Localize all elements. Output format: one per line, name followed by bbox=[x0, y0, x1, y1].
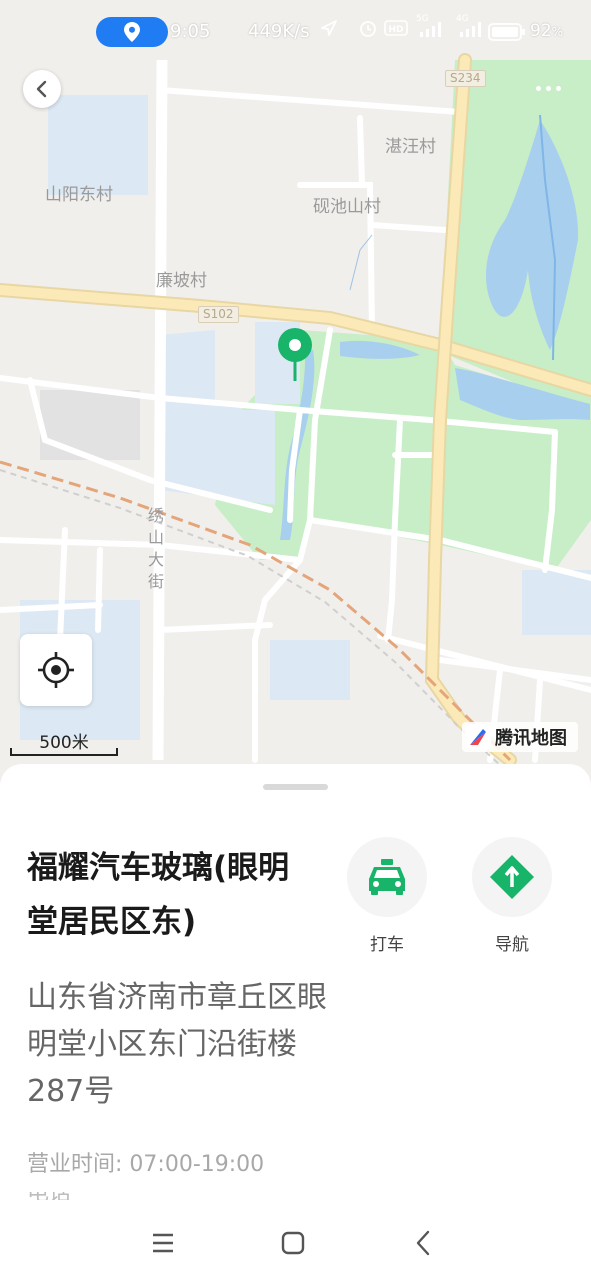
home-button[interactable] bbox=[278, 1228, 308, 1258]
hours-value: 07:00-19:00 bbox=[129, 1152, 265, 1177]
scale-bar bbox=[10, 748, 118, 756]
more-dots-icon bbox=[535, 85, 541, 91]
locate-me-button[interactable] bbox=[20, 634, 92, 706]
place-label-lianpo: 廉坡村 bbox=[156, 271, 207, 291]
status-bar: 9:05 449K/s HD 5G 4G 92% bbox=[0, 0, 591, 64]
network-speed: 449K/s bbox=[248, 21, 310, 42]
navigation-arrow-icon bbox=[321, 20, 337, 36]
recent-apps-button[interactable] bbox=[148, 1228, 178, 1258]
location-pin-icon[interactable] bbox=[276, 326, 314, 382]
back-button[interactable] bbox=[23, 70, 61, 108]
business-hours: 营业时间: 07:00-19:00 bbox=[27, 1146, 264, 1178]
more-options-button[interactable] bbox=[528, 76, 568, 100]
map-place-detail-screen: 湛汪村 山阳东村 砚池山村 廉坡村 绣山大街 S234 S102 9:05 44… bbox=[0, 0, 591, 1280]
locate-target-icon bbox=[38, 652, 74, 688]
system-navigation-bar bbox=[0, 1200, 591, 1280]
navigate-action[interactable]: 导航 bbox=[472, 837, 552, 955]
tencent-map-logo: 腾讯地图 bbox=[462, 722, 578, 752]
location-active-pill bbox=[96, 17, 168, 47]
road-shield-s234: S234 bbox=[445, 70, 486, 87]
chevron-left-icon bbox=[36, 80, 47, 98]
alarm-icon bbox=[360, 21, 376, 37]
place-label-shanyang-east: 山阳东村 bbox=[45, 185, 113, 205]
place-label-yanchishan: 砚池山村 bbox=[313, 197, 381, 217]
map-scale: 500米 bbox=[10, 728, 118, 756]
hd-icon: HD bbox=[384, 20, 408, 36]
brand-text: 腾讯地图 bbox=[495, 728, 567, 749]
navigate-label: 导航 bbox=[495, 935, 529, 955]
menu-icon bbox=[153, 1233, 173, 1253]
place-title: 福耀汽车玻璃(眼明堂居民区东) bbox=[27, 850, 290, 940]
taxi-label: 打车 bbox=[370, 935, 404, 955]
compass-logo-icon bbox=[465, 724, 491, 750]
status-time: 9:05 bbox=[170, 21, 211, 42]
place-label-zhanwang: 湛汪村 bbox=[385, 137, 436, 157]
sheet-drag-handle[interactable] bbox=[263, 784, 328, 790]
taxi-action[interactable]: 打车 bbox=[347, 837, 427, 955]
battery-percentage: 92% bbox=[530, 21, 564, 41]
location-marker-icon bbox=[124, 22, 140, 42]
hours-label: 营业时间: bbox=[27, 1152, 123, 1177]
taxi-icon bbox=[369, 859, 405, 895]
battery-icon bbox=[488, 23, 525, 41]
navigate-turn-icon bbox=[490, 855, 534, 899]
signal-4g-icon: 4G bbox=[454, 14, 488, 38]
street-label-xiushan: 绣山大街 bbox=[148, 506, 165, 591]
signal-5g-icon: 5G bbox=[414, 14, 448, 38]
place-address: 山东省济南市章丘区眼明堂小区东门沿街楼287号 bbox=[27, 980, 327, 1109]
system-back-button[interactable] bbox=[408, 1228, 438, 1258]
taxi-button[interactable] bbox=[347, 837, 427, 917]
back-chevron-icon bbox=[416, 1230, 430, 1256]
road-shield-s102: S102 bbox=[198, 306, 239, 323]
home-square-icon bbox=[281, 1231, 305, 1255]
svg-text:HD: HD bbox=[388, 25, 403, 35]
status-icons: HD 5G 4G bbox=[320, 14, 488, 38]
navigate-button[interactable] bbox=[472, 837, 552, 917]
